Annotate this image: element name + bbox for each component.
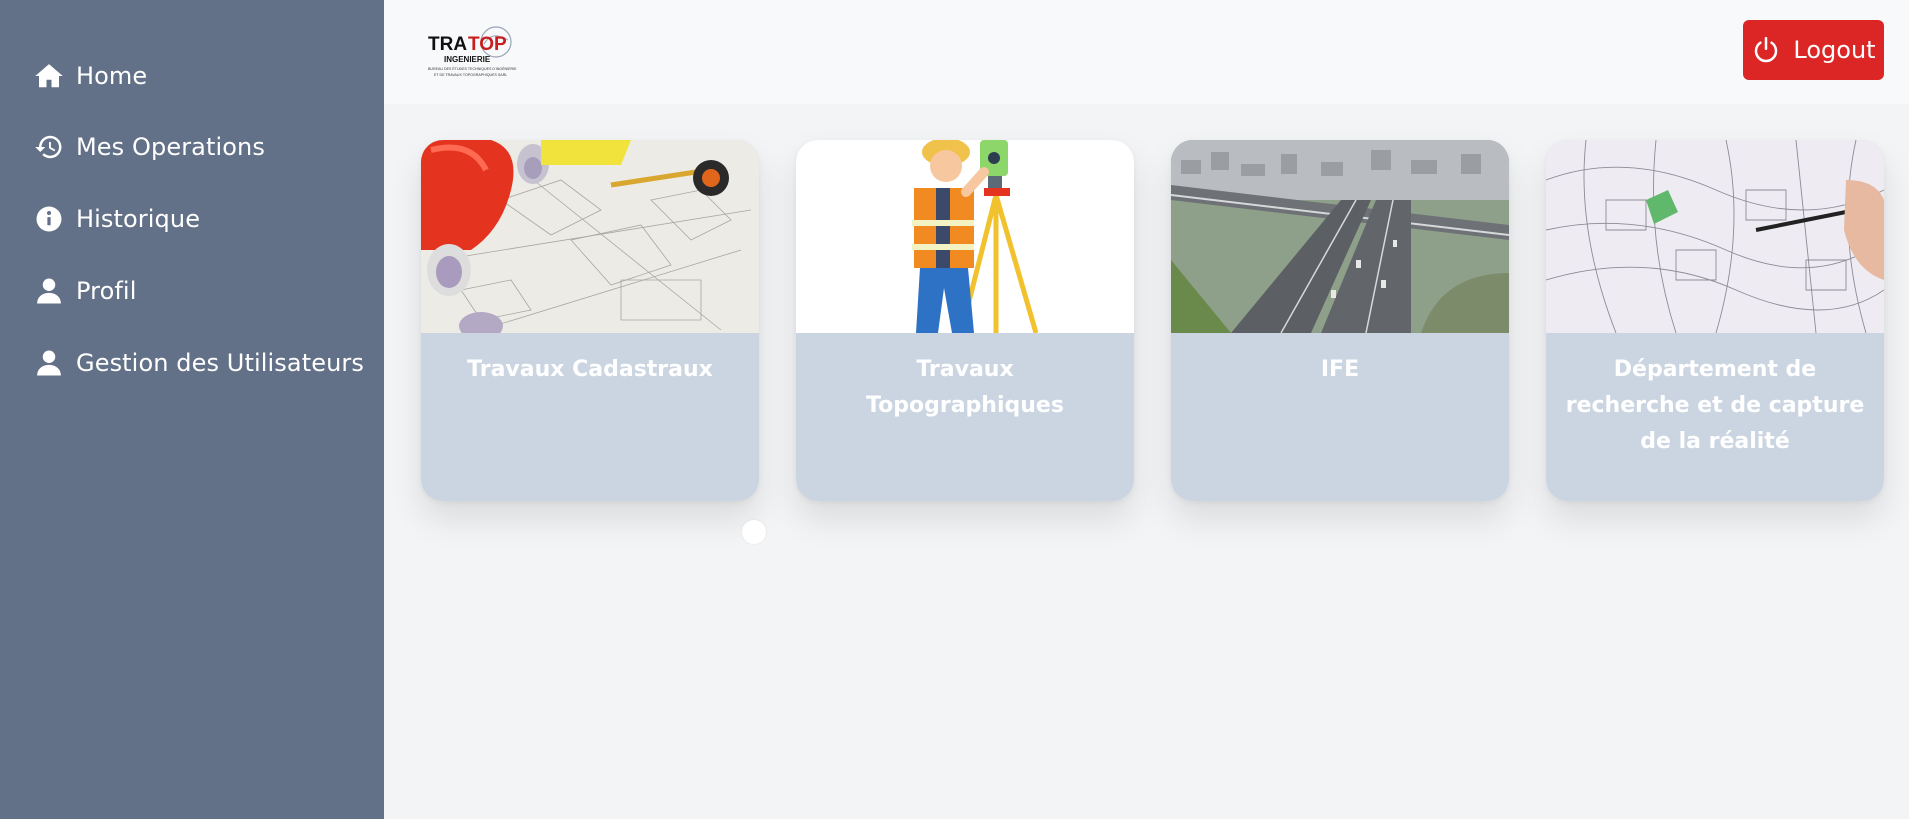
card-title: Département de recherche et de capture d… (1565, 357, 1865, 454)
user-icon (34, 276, 64, 306)
logo-word-sub: INGENIERIE (444, 55, 491, 64)
card-image-cadastral-map (1546, 140, 1884, 333)
sidebar-item-label: Gestion des Utilisateurs (76, 349, 364, 377)
info-icon (34, 204, 64, 234)
carousel-dot[interactable] (742, 520, 766, 544)
card-title: Travaux Topographiques (866, 357, 1064, 418)
logo-word-left: TRA (428, 34, 467, 55)
home-icon (34, 61, 64, 91)
card-travaux-cadastraux[interactable]: Travaux Cadastraux (421, 140, 759, 501)
card-image-blueprints (421, 140, 759, 333)
sidebar-item-label: Mes Operations (76, 133, 265, 161)
history-icon (34, 132, 64, 162)
user-icon (34, 348, 64, 378)
sidebar-item-mes-operations[interactable]: Mes Operations (34, 127, 265, 167)
logo-tagline-1: BUREAU DES ÉTUDES TECHNIQUES D'INGÉNIERI… (428, 66, 517, 71)
sidebar-item-profil[interactable]: Profil (34, 271, 136, 311)
card-ife[interactable]: IFE (1171, 140, 1509, 501)
logo-word-right: TOP (468, 34, 507, 55)
sidebar-item-label: Home (76, 62, 148, 90)
sidebar-item-gestion-utilisateurs[interactable]: Gestion des Utilisateurs (34, 343, 364, 383)
top-header: TRA TOP INGENIERIE BUREAU DES ÉTUDES TEC… (384, 0, 1909, 104)
logout-label: Logout (1793, 36, 1876, 64)
card-image-surveyor (796, 140, 1134, 333)
card-image-highway (1171, 140, 1509, 333)
logout-button[interactable]: Logout (1743, 20, 1884, 80)
sidebar-item-label: Historique (76, 205, 201, 233)
sidebar-item-home[interactable]: Home (34, 56, 147, 96)
card-title: Travaux Cadastraux (467, 357, 713, 382)
power-icon (1755, 36, 1778, 63)
logo-tagline-2: ET DE TRAVAUX TOPOGRAPHIQUES SARL (434, 73, 507, 77)
sidebar-item-historique[interactable]: Historique (34, 199, 200, 239)
company-logo[interactable]: TRA TOP INGENIERIE BUREAU DES ÉTUDES TEC… (426, 22, 522, 80)
sidebar-item-label: Profil (76, 277, 137, 305)
card-title: IFE (1320, 357, 1360, 382)
card-departement-recherche[interactable]: Département de recherche et de capture d… (1546, 140, 1884, 501)
card-travaux-topographiques[interactable]: Travaux Topographiques (796, 140, 1134, 501)
sidebar: Home Mes Operations Historique Profil Ge… (0, 0, 384, 819)
